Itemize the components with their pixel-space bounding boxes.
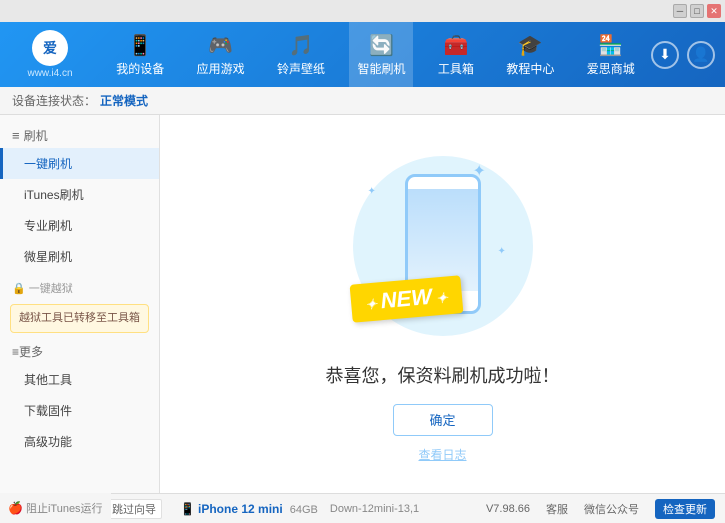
logo-area: 爱 www.i4.cn [0,30,100,79]
sidebar-item-download-firmware[interactable]: 下载固件 [0,395,159,426]
minimize-button[interactable]: ─ [673,4,687,18]
nav-wallpaper[interactable]: 🎵 铃声壁纸 [269,22,333,87]
maximize-button[interactable]: □ [690,4,704,18]
nav-istore[interactable]: 🏪 爱思商城 [579,22,643,87]
sidebar-item-advanced[interactable]: 高级功能 [0,426,159,457]
content-area: ✦ ✦ ✦ NEW 恭喜您，保资料刷机成功啦！ 确定 查看日志 [160,115,725,493]
status-bar: 设备连接状态： 正常模式 [0,87,725,115]
main-area: ≡ 刷机 一键刷机 iTunes刷机 专业刷机 微星刷机 🔒 一键越狱 越狱工具… [0,115,725,493]
logo-url: www.i4.cn [27,68,72,79]
tutorial-icon: 🎓 [518,33,543,58]
section-more-header: ≡ 更多 [0,337,159,364]
header: 爱 www.i4.cn 📱 我的设备 🎮 应用游戏 🎵 铃声壁纸 🔄 智能刷机 … [0,22,725,87]
status-label: 设备连接状态： [12,92,96,109]
sidebar-item-dual[interactable]: 微星刷机 [0,241,159,272]
section-flash-header: ≡ 刷机 [0,121,159,148]
gamepad-icon: 🎮 [208,33,233,58]
header-right: ⬇ 👤 [651,41,725,69]
nav-toolbox[interactable]: 🧰 工具箱 [430,22,482,87]
sidebar-item-itunes[interactable]: iTunes刷机 [0,179,159,210]
toolbox-icon: 🧰 [443,33,468,58]
sidebar-item-other-tools[interactable]: 其他工具 [0,364,159,395]
wallpaper-icon: 🎵 [289,33,314,58]
footer: 自动推送 跳过向导 📱 iPhone 12 mini 64GB Down-12m… [0,493,725,523]
nav-tutorial[interactable]: 🎓 教程中心 [498,22,562,87]
nav-apps-games[interactable]: 🎮 应用游戏 [189,22,253,87]
sparkle-icon-3: ✦ [498,246,506,257]
version-text: V7.98.66 [486,503,530,515]
list-icon: ≡ [12,128,20,143]
logo-icon: 爱 [32,30,68,66]
device-info: 📱 iPhone 12 mini 64GB [180,502,318,516]
section-rescue-header: 🔒 一键越狱 [0,272,159,300]
sidebar-item-pro[interactable]: 专业刷机 [0,210,159,241]
itunes-status: 🍎 阻止iTunes运行 [0,493,111,523]
nav-my-device[interactable]: 📱 我的设备 [108,22,172,87]
sparkle-icon-2: ✦ [368,186,376,197]
phone-illustration: ✦ ✦ ✦ NEW [343,146,543,346]
device-version: Down-12mini-13,1 [330,503,419,515]
phone-icon: 📱 [128,33,153,58]
device-name: iPhone 12 mini [198,502,283,516]
phone-screen [408,189,478,291]
itunes-icon: 🍎 [8,501,23,515]
view-log-link[interactable]: 查看日志 [418,446,466,463]
support-link[interactable]: 客服 [546,501,568,517]
title-bar: ─ □ ✕ [0,0,725,22]
download-button[interactable]: ⬇ [651,41,679,69]
device-storage: 64GB [290,504,318,516]
update-button[interactable]: 检查更新 [655,499,715,519]
store-icon: 🏪 [598,33,623,58]
nav-smart-flash[interactable]: 🔄 智能刷机 [349,22,413,87]
wechat-link[interactable]: 微信公众号 [584,501,639,517]
status-value: 正常模式 [100,92,148,109]
nav-bar: 📱 我的设备 🎮 应用游戏 🎵 铃声壁纸 🔄 智能刷机 🧰 工具箱 🎓 教程中心… [100,22,651,87]
jailbreak-notice: 越狱工具已转移至工具箱 [10,304,149,333]
more-list-icon: ≡ [12,345,19,359]
footer-right: V7.98.66 客服 微信公众号 检查更新 [486,499,715,519]
lock-icon: 🔒 [12,282,26,295]
flash-icon: 🔄 [369,33,394,58]
success-text: 恭喜您，保资料刷机成功啦！ [326,362,560,388]
sidebar-item-one-click[interactable]: 一键刷机 [0,148,159,179]
confirm-button[interactable]: 确定 [393,404,493,436]
sidebar: ≡ 刷机 一键刷机 iTunes刷机 专业刷机 微星刷机 🔒 一键越狱 越狱工具… [0,115,160,493]
user-button[interactable]: 👤 [687,41,715,69]
close-button[interactable]: ✕ [707,4,721,18]
